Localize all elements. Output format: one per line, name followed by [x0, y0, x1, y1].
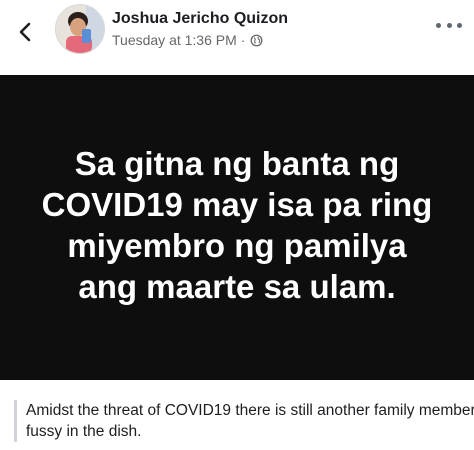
post-content-card[interactable]: Sa gitna ng banta ng COVID19 may isa pa …	[0, 75, 474, 380]
avatar[interactable]	[55, 4, 105, 54]
post-text: Sa gitna ng banta ng COVID19 may isa pa …	[41, 144, 433, 305]
more-dots-icon	[446, 22, 452, 28]
meta-separator: ·	[240, 32, 246, 48]
post-meta: Tuesday at 1:36 PM ·	[112, 32, 263, 48]
more-options-button[interactable]	[436, 18, 462, 32]
author-name[interactable]: Joshua Jericho Quizon	[112, 10, 288, 28]
back-button[interactable]	[14, 20, 38, 44]
more-dots-icon	[457, 22, 462, 28]
globe-icon	[251, 34, 263, 46]
more-dots-icon	[436, 22, 441, 28]
profile-photo	[56, 5, 104, 53]
chevron-left-icon	[19, 22, 31, 42]
post-timestamp[interactable]: Tuesday at 1:36 PM	[112, 32, 237, 48]
translation-text: Amidst the threat of COVID19 there is st…	[14, 400, 474, 442]
post-header: Joshua Jericho Quizon Tuesday at 1:36 PM…	[0, 0, 474, 72]
